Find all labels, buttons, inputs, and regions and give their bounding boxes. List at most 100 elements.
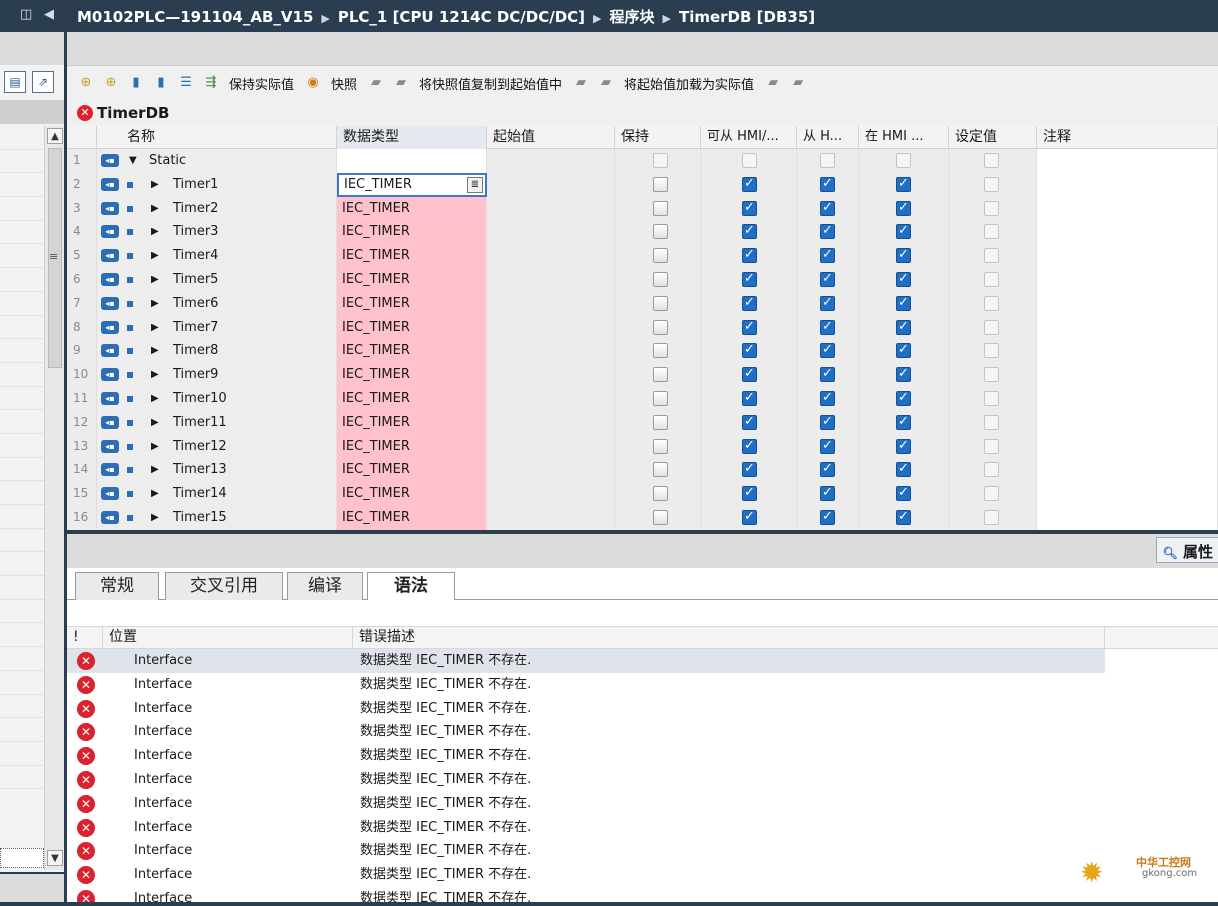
checked-checkbox[interactable] [896, 438, 911, 454]
row-check-cell[interactable] [701, 386, 797, 411]
row-check-cell[interactable] [949, 339, 1037, 364]
copy-icon-a[interactable]: ▰ [572, 74, 590, 92]
row-check-cell[interactable] [701, 172, 797, 197]
col-start[interactable]: 起始值 [487, 126, 615, 149]
checked-checkbox[interactable] [820, 176, 835, 192]
checked-checkbox[interactable] [742, 461, 757, 478]
checked-checkbox[interactable] [896, 319, 911, 335]
row-name-cell[interactable]: ◂▪ ▶ Timer15 [97, 505, 337, 530]
checkbox[interactable] [896, 153, 911, 168]
expanded-triangle-icon[interactable]: ▼ [129, 149, 137, 172]
list-item[interactable]: ✕ Interface 数据类型 IEC_TIMER 不存在. [67, 863, 1218, 887]
row-check-cell[interactable] [615, 315, 701, 340]
row-check-cell[interactable] [797, 291, 859, 316]
table-row[interactable]: 15 ◂▪ ▶ Timer14 IEC_TIMER [67, 482, 1218, 506]
table-row[interactable]: 8 ◂▪ ▶ Timer7 IEC_TIMER [67, 315, 1218, 340]
row-check-cell[interactable] [859, 386, 949, 411]
breadcrumb-project[interactable]: M0102PLC—191104_AB_V15 [77, 8, 313, 26]
row-comment[interactable] [1037, 315, 1218, 340]
row-check-cell[interactable] [797, 339, 859, 364]
row-start-value[interactable] [487, 244, 615, 268]
tab-syntax[interactable]: 语法 [367, 572, 455, 601]
list-item[interactable]: ✕ Interface 数据类型 IEC_TIMER 不存在. [67, 839, 1218, 863]
row-check-cell[interactable] [949, 172, 1037, 197]
row-check-cell[interactable] [615, 220, 701, 245]
table-row[interactable]: 2 ◂▪ ▶ Timer1 IEC_TIMER ≣ [67, 172, 1218, 197]
keep-actual-values-button[interactable]: 保持实际值 [229, 74, 294, 93]
breadcrumb-blocks[interactable]: 程序块 [609, 8, 654, 26]
row-comment[interactable] [1037, 291, 1218, 316]
row-check-cell[interactable] [859, 434, 949, 459]
checked-checkbox[interactable] [896, 461, 911, 478]
row-comment[interactable] [1037, 363, 1218, 387]
row-comment[interactable] [1037, 339, 1218, 364]
scroll-down-icon[interactable]: ▼ [47, 850, 63, 866]
checked-checkbox[interactable] [820, 200, 835, 216]
table-row[interactable]: 14 ◂▪ ▶ Timer13 IEC_TIMER [67, 458, 1218, 483]
selected-tree-item[interactable] [0, 848, 44, 868]
collapsed-triangle-icon[interactable]: ▶ [151, 435, 159, 458]
row-check-cell[interactable] [701, 339, 797, 364]
checked-checkbox[interactable] [820, 247, 835, 264]
row-check-cell[interactable] [949, 363, 1037, 387]
row-check-cell[interactable] [701, 267, 797, 292]
row-check-cell[interactable] [615, 244, 701, 268]
checked-checkbox[interactable] [742, 200, 757, 216]
row-check-cell[interactable] [859, 244, 949, 268]
row-start-value[interactable] [487, 149, 615, 173]
tree-view-icon[interactable]: ☰ [177, 74, 195, 92]
checkbox[interactable] [984, 462, 999, 478]
row-check-cell[interactable] [859, 291, 949, 316]
checkbox[interactable] [984, 509, 999, 525]
row-check-cell[interactable] [797, 386, 859, 411]
row-start-value[interactable] [487, 410, 615, 435]
row-name-cell[interactable]: ◂▪ ▶ Timer2 [97, 196, 337, 221]
checkbox[interactable] [653, 367, 668, 383]
load-start-values-button[interactable]: 将起始值加载为实际值 [624, 74, 754, 93]
row-check-cell[interactable] [701, 315, 797, 340]
error-location[interactable]: Interface [134, 720, 192, 743]
tab-general[interactable]: 常规 [75, 572, 159, 600]
error-location[interactable]: Interface [134, 673, 192, 696]
row-type-cell[interactable]: IEC_TIMER [337, 220, 487, 245]
row-start-value[interactable] [487, 363, 615, 387]
checked-checkbox[interactable] [896, 223, 911, 240]
row-check-cell[interactable] [859, 196, 949, 221]
table-row[interactable]: 10 ◂▪ ▶ Timer9 IEC_TIMER [67, 363, 1218, 387]
checked-checkbox[interactable] [742, 485, 757, 502]
error-location[interactable]: Interface [134, 768, 192, 791]
table-row[interactable]: 9 ◂▪ ▶ Timer8 IEC_TIMER [67, 339, 1218, 364]
row-check-cell[interactable] [859, 315, 949, 340]
breadcrumb-plc[interactable]: PLC_1 [CPU 1214C DC/DC/DC] [338, 8, 585, 26]
checkbox[interactable] [984, 271, 999, 287]
row-comment[interactable] [1037, 149, 1218, 173]
checkbox[interactable] [984, 438, 999, 454]
collapsed-triangle-icon[interactable]: ▶ [151, 411, 159, 434]
properties-button[interactable]: 🔍︎ 属性 [1155, 537, 1218, 563]
row-check-cell[interactable] [797, 482, 859, 506]
insert-row-icon[interactable]: ⊕ [77, 74, 95, 92]
collapse-icon[interactable]: ▮ [152, 74, 170, 92]
tab-cross-reference[interactable]: 交叉引用 [165, 572, 283, 600]
col-retain[interactable]: 保持 [615, 126, 701, 149]
checked-checkbox[interactable] [742, 271, 757, 287]
checked-checkbox[interactable] [896, 342, 911, 359]
row-check-cell[interactable] [797, 267, 859, 292]
list-item[interactable]: ✕ Interface 数据类型 IEC_TIMER 不存在. [67, 649, 1218, 673]
list-item[interactable]: ✕ Interface 数据类型 IEC_TIMER 不存在. [67, 673, 1218, 697]
checked-checkbox[interactable] [896, 390, 911, 406]
row-start-value[interactable] [487, 315, 615, 340]
row-start-value[interactable] [487, 505, 615, 530]
checked-checkbox[interactable] [820, 414, 835, 430]
row-check-cell[interactable] [949, 291, 1037, 316]
row-type-cell[interactable]: IEC_TIMER [337, 434, 487, 459]
col-hmi-visible[interactable]: 在 HMI ... [859, 126, 949, 149]
row-check-cell[interactable] [859, 505, 949, 530]
row-start-value[interactable] [487, 434, 615, 459]
checked-checkbox[interactable] [896, 366, 911, 383]
row-start-value[interactable] [487, 172, 615, 197]
row-check-cell[interactable] [949, 244, 1037, 268]
checked-checkbox[interactable] [896, 295, 911, 311]
table-row[interactable]: 4 ◂▪ ▶ Timer3 IEC_TIMER [67, 220, 1218, 245]
row-check-cell[interactable] [797, 172, 859, 197]
